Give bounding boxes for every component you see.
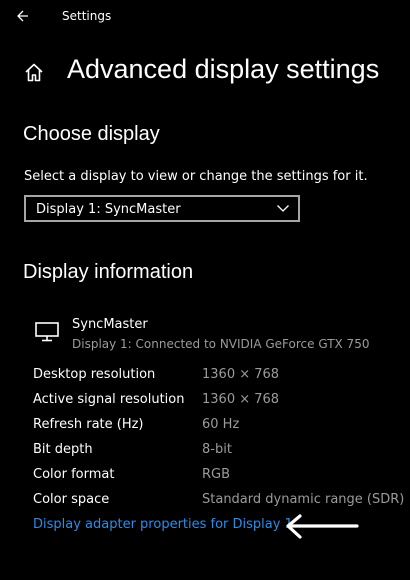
- info-value: RGB: [202, 467, 231, 482]
- info-label: Active signal resolution: [33, 392, 185, 407]
- info-value: 1360 × 768: [202, 367, 280, 382]
- info-row-color-space: Color space Standard dynamic range (SDR): [33, 492, 405, 512]
- info-row-color-format: Color format RGB: [33, 467, 403, 487]
- info-value: 1360 × 768: [202, 392, 280, 407]
- choose-display-heading: Choose display: [23, 123, 160, 145]
- back-arrow-icon: [17, 10, 28, 22]
- display-information-heading: Display information: [23, 261, 194, 283]
- back-button[interactable]: [12, 6, 36, 26]
- info-label: Desktop resolution: [33, 367, 156, 382]
- pointer-arrow-icon: [286, 514, 359, 539]
- display-select-dropdown[interactable]: Display 1: SyncMaster: [24, 195, 300, 222]
- monitor-name: SyncMaster: [72, 317, 148, 332]
- home-button[interactable]: [22, 60, 46, 86]
- info-label: Bit depth: [33, 442, 93, 457]
- app-title: Settings: [62, 9, 112, 23]
- page-title: Advanced display settings: [67, 54, 380, 84]
- info-row-desktop-resolution: Desktop resolution 1360 × 768: [33, 367, 403, 387]
- monitor-icon: [35, 322, 59, 342]
- info-value: 60 Hz: [202, 417, 240, 432]
- display-adapter-properties-link[interactable]: Display adapter properties for Display 1: [33, 517, 293, 532]
- info-value: Standard dynamic range (SDR): [202, 492, 405, 507]
- title-bar: Settings: [0, 0, 410, 34]
- home-icon: [25, 63, 43, 82]
- info-label: Refresh rate (Hz): [33, 417, 144, 432]
- info-row-refresh-rate: Refresh rate (Hz) 60 Hz: [33, 417, 403, 437]
- info-label: Color format: [33, 467, 115, 482]
- chevron-down-icon: [277, 205, 289, 212]
- info-value: 8-bit: [202, 442, 232, 457]
- display-select-value: Display 1: SyncMaster: [36, 202, 181, 217]
- info-label: Color space: [33, 492, 110, 507]
- monitor-connection: Display 1: Connected to NVIDIA GeForce G…: [72, 337, 370, 351]
- info-row-bit-depth: Bit depth 8-bit: [33, 442, 403, 462]
- info-row-active-signal-resolution: Active signal resolution 1360 × 768: [33, 392, 403, 412]
- choose-display-description: Select a display to view or change the s…: [24, 169, 368, 184]
